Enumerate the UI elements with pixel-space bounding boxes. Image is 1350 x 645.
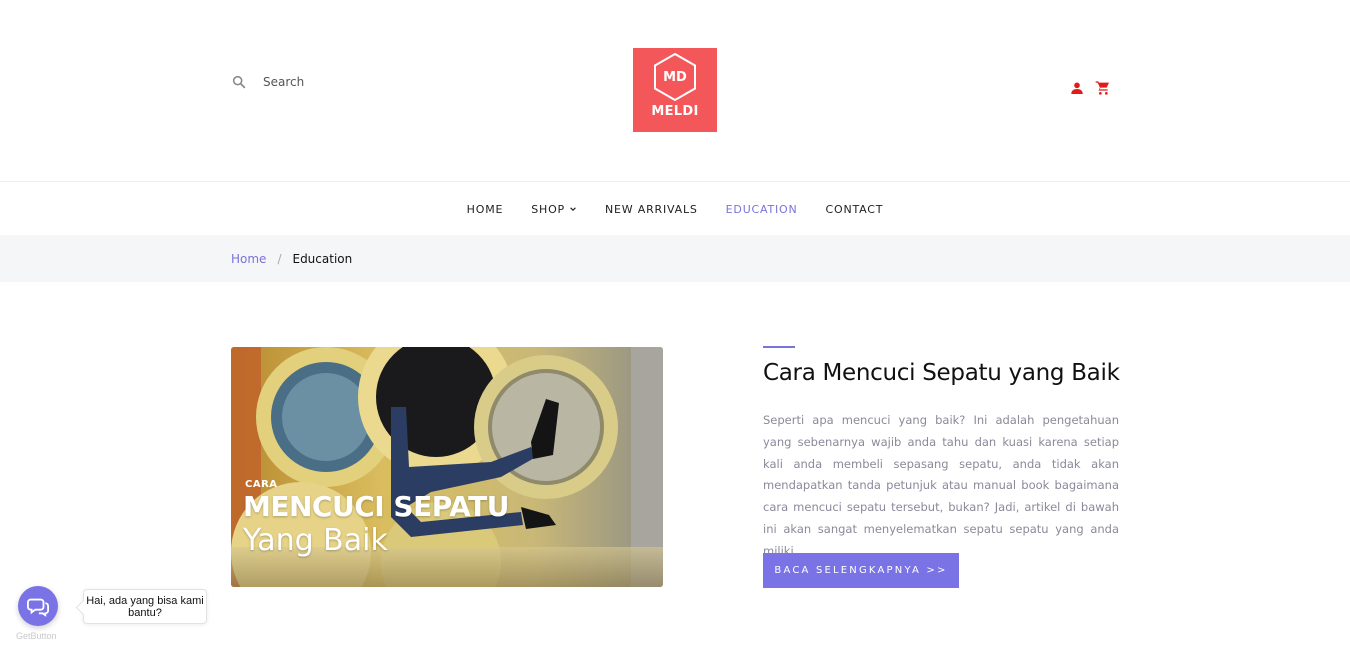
chevron-down-icon xyxy=(570,207,576,212)
read-more-button[interactable]: BACA SELENGKAPNYA >> xyxy=(763,553,959,588)
nav-item-education[interactable]: EDUCATION xyxy=(726,203,798,216)
search-icon[interactable] xyxy=(231,74,247,90)
logo-name: MELDI xyxy=(651,104,699,119)
breadcrumb: Home / Education xyxy=(231,252,352,266)
search-input[interactable] xyxy=(263,75,423,89)
breadcrumb-separator: / xyxy=(277,252,282,266)
header-actions xyxy=(1069,80,1111,96)
logo-initials: MD xyxy=(663,70,687,85)
nav-item-label: HOME xyxy=(466,202,504,216)
nav-item-new-arrivals[interactable]: NEW ARRIVALS xyxy=(605,203,698,216)
nav-item-label: SHOP xyxy=(531,202,565,216)
chat-icon xyxy=(27,598,49,617)
nav-item-home[interactable]: HOME xyxy=(467,203,504,216)
main-nav: HOME SHOP NEW ARRIVALS EDUCATION CONTACT xyxy=(0,183,1350,235)
user-icon[interactable] xyxy=(1069,80,1085,96)
site-header: MD MELDI xyxy=(0,0,1350,182)
logo-hexagon: MD xyxy=(654,52,696,102)
image-caption-small: CARA xyxy=(245,479,278,490)
nav-item-shop[interactable]: SHOP xyxy=(531,203,577,216)
nav-item-label: EDUCATION xyxy=(725,202,798,216)
chat-greeting-text: Hai, ada yang bisa kami bantu? xyxy=(86,595,204,619)
image-caption-sub: Yang Baik xyxy=(243,523,388,558)
logo[interactable]: MD MELDI xyxy=(633,48,717,132)
title-accent-line xyxy=(763,346,795,348)
nav-item-label: NEW ARRIVALS xyxy=(605,202,698,216)
breadcrumb-current: Education xyxy=(292,252,353,266)
article-image[interactable]: CARA MENCUCI SEPATU Yang Baik xyxy=(231,347,663,587)
getbutton-brand[interactable]: GetButton xyxy=(16,631,57,641)
search-bar xyxy=(231,74,423,90)
nav-item-label: CONTACT xyxy=(825,202,884,216)
nav-item-contact[interactable]: CONTACT xyxy=(826,203,884,216)
cart-icon[interactable] xyxy=(1095,80,1111,96)
article-title[interactable]: Cara Mencuci Sepatu yang Baik xyxy=(763,360,1120,386)
chat-greeting-bubble[interactable]: Hai, ada yang bisa kami bantu? xyxy=(83,589,207,624)
image-caption-big: MENCUCI SEPATU xyxy=(243,490,510,523)
breadcrumb-home-link[interactable]: Home xyxy=(231,252,266,266)
article-body: Seperti apa mencuci yang baik? Ini adala… xyxy=(763,413,1119,558)
chat-button[interactable] xyxy=(18,586,58,626)
breadcrumb-bar: Home / Education xyxy=(0,235,1350,282)
